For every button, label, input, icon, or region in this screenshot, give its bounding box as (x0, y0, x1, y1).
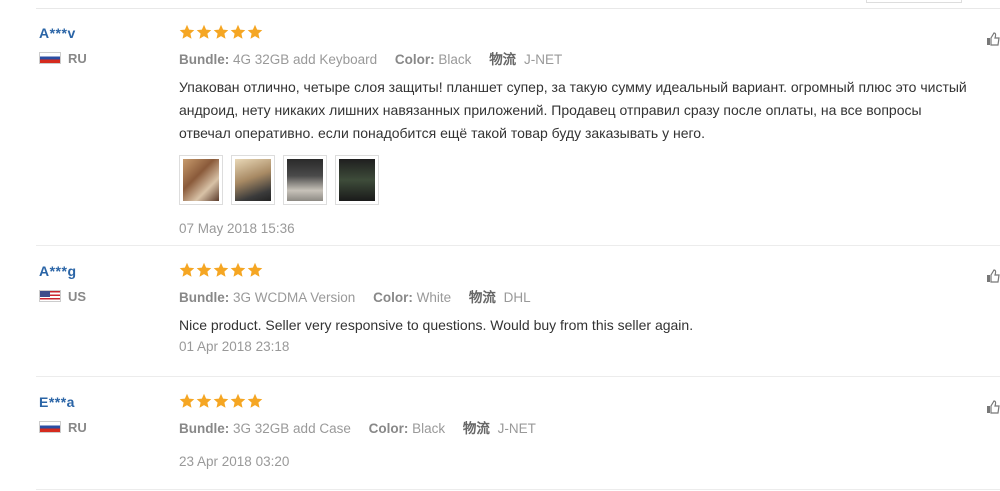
reviewer-country: RU (39, 419, 159, 435)
bundle-value: 3G WCDMA Version (233, 290, 356, 305)
usa-flag-icon (39, 290, 61, 302)
star-icon (179, 262, 195, 278)
review-date: 07 May 2018 15:36 (179, 221, 295, 236)
order-details: Bundle: 3G WCDMA Version Color: White 物流… (179, 286, 990, 306)
review-item: E***a RU Bundle: 3G 32GB add Case Color:… (36, 378, 1000, 490)
thumbs-up-icon[interactable] (986, 400, 1000, 414)
review-photos (179, 155, 990, 205)
color-label: Color: (373, 290, 413, 305)
color-value: Black (438, 52, 472, 67)
star-icon (213, 262, 229, 278)
reviewer-name: A***g (39, 263, 77, 279)
star-rating (179, 262, 990, 278)
star-icon (179, 393, 195, 409)
star-icon (230, 393, 246, 409)
bundle-value: 3G 32GB add Case (233, 421, 351, 436)
bundle-value: 4G 32GB add Keyboard (233, 52, 378, 67)
reviewer-info: A***g US (39, 263, 159, 304)
color-label: Color: (368, 421, 409, 436)
review-content: Bundle: 3G WCDMA Version Color: White 物流… (179, 262, 990, 354)
country-code: US (68, 288, 87, 304)
star-icon (196, 393, 212, 409)
review-item: A***v RU Bundle: 4G 32GB add Keyboard Co… (36, 10, 1000, 246)
bundle-label: Bundle: (179, 421, 230, 436)
star-icon (247, 262, 263, 278)
sort-dropdown-edge[interactable] (866, 0, 962, 3)
reviewer-name: E***a (39, 394, 75, 410)
review-photo-thumbnail[interactable] (283, 155, 327, 205)
reviewer-info: E***a RU (39, 394, 159, 435)
star-icon (213, 393, 229, 409)
color-value: White (416, 290, 452, 305)
thumbs-up-icon[interactable] (986, 269, 1000, 283)
star-icon (247, 393, 263, 409)
review-text: Nice product. Seller very responsive to … (179, 317, 694, 333)
star-icon (230, 262, 246, 278)
order-details: Bundle: 4G 32GB add Keyboard Color: Blac… (179, 48, 990, 68)
star-icon (247, 24, 263, 40)
review-content: Bundle: 3G 32GB add Case Color: Black 物流… (179, 393, 990, 469)
shipping-label: 物流 (462, 421, 490, 436)
shipping-value: J-NET (497, 421, 536, 436)
star-icon (230, 24, 246, 40)
review-item: A***g US Bundle: 3G WCDMA Version Color:… (36, 247, 1000, 377)
bundle-label: Bundle: (179, 290, 230, 305)
review-date: 01 Apr 2018 23:18 (179, 339, 290, 354)
review-photo-thumbnail[interactable] (231, 155, 275, 205)
review-photo-thumbnail[interactable] (335, 155, 379, 205)
shipping-value: DHL (503, 290, 531, 305)
star-icon (213, 24, 229, 40)
star-rating (179, 393, 990, 409)
order-details: Bundle: 3G 32GB add Case Color: Black 物流… (179, 417, 990, 437)
russia-flag-icon (39, 421, 61, 433)
reviewer-info: A***v RU (39, 25, 159, 66)
reviewer-country: US (39, 288, 159, 304)
thumbs-up-icon[interactable] (986, 32, 1000, 46)
country-code: RU (68, 50, 87, 66)
review-photo-thumbnail[interactable] (179, 155, 223, 205)
color-value: Black (412, 421, 446, 436)
star-icon (196, 24, 212, 40)
reviewer-name: A***v (39, 25, 76, 41)
shipping-label: 物流 (468, 290, 496, 305)
star-rating (179, 24, 990, 40)
review-date: 23 Apr 2018 03:20 (179, 454, 290, 469)
shipping-value: J-NET (523, 52, 563, 67)
bundle-label: Bundle: (179, 52, 230, 67)
color-label: Color: (394, 52, 435, 67)
reviewer-country: RU (39, 50, 159, 66)
review-text: Упакован отлично, четыре слоя защиты! пл… (179, 79, 967, 141)
review-content: Bundle: 4G 32GB add Keyboard Color: Blac… (179, 24, 990, 236)
star-icon (179, 24, 195, 40)
star-icon (196, 262, 212, 278)
shipping-label: 物流 (489, 52, 517, 67)
russia-flag-icon (39, 52, 61, 64)
country-code: RU (68, 419, 87, 435)
top-divider (36, 8, 1000, 9)
